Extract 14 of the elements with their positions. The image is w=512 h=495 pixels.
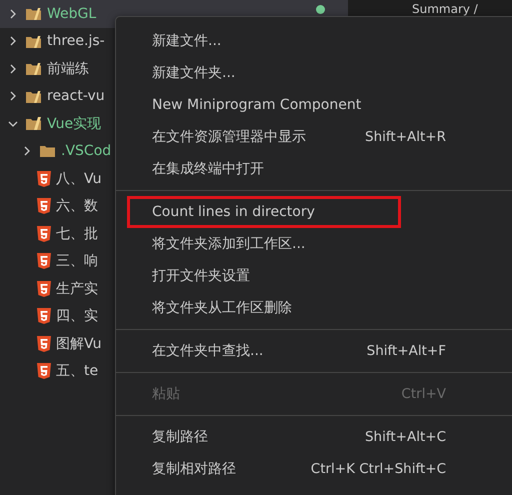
tree-item-label: 六、数 [56,197,98,216]
tree-item-label: 图解Vu [56,334,102,353]
tree-item-label: three.js- [47,33,105,50]
tree-item-label: 前端练 [47,60,89,78]
tree-item-label: .VSCod [61,143,112,160]
tree-item-label: WebGL [47,6,96,22]
tree-item-label: 七、批 [56,224,98,243]
tree-item-label: 生产实 [56,280,98,298]
tree-item-label: Vue实现 [47,114,102,133]
tree-item-label: 三、响 [56,252,98,270]
tree-item-label: 四、实 [56,307,98,326]
tree-item-label: react-vu [47,88,105,104]
tree-item-label: 五、te [56,362,98,380]
tree-item-label: 八、Vu [56,170,102,188]
